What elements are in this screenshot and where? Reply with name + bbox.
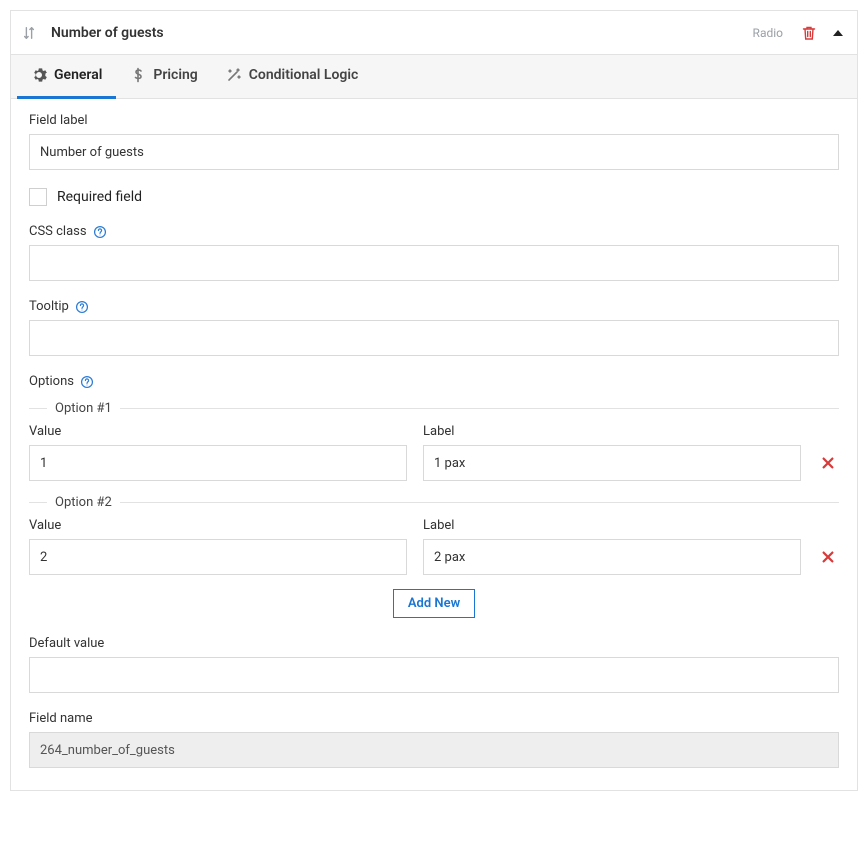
option-value-input[interactable] <box>29 539 407 575</box>
field-label-group: Field label <box>29 113 839 170</box>
add-new-button[interactable]: Add New <box>393 589 475 618</box>
gear-icon <box>31 67 47 83</box>
tab-conditional[interactable]: Conditional Logic <box>212 55 373 99</box>
help-icon[interactable] <box>80 375 94 389</box>
option-fieldset: Option #2 Value Label <box>29 495 839 575</box>
field-name-group: Field name <box>29 711 839 768</box>
required-row: Required field <box>29 188 839 206</box>
tooltip-group: Tooltip <box>29 299 839 356</box>
label-caption: Label <box>423 424 801 439</box>
remove-option-button[interactable] <box>817 539 839 575</box>
dollar-icon <box>130 67 146 83</box>
option-label-input[interactable] <box>423 539 801 575</box>
tab-pricing[interactable]: Pricing <box>116 55 211 99</box>
field-name-caption: Field name <box>29 711 839 726</box>
field-label-caption: Field label <box>29 113 839 128</box>
tab-conditional-label: Conditional Logic <box>249 67 359 83</box>
tooltip-caption: Tooltip <box>29 299 69 314</box>
panel-header: Number of guests Radio <box>11 11 857 55</box>
tab-bar: General Pricing Conditional Logic <box>11 55 857 99</box>
css-class-input[interactable] <box>29 245 839 281</box>
required-label: Required field <box>57 189 142 205</box>
option-legend: Option #2 <box>47 495 120 510</box>
wand-icon <box>226 67 242 83</box>
tooltip-input[interactable] <box>29 320 839 356</box>
value-caption: Value <box>29 424 407 439</box>
option-fieldset: Option #1 Value Label <box>29 401 839 481</box>
general-tab-content: Field label Required field CSS class Too… <box>11 99 857 790</box>
tab-general[interactable]: General <box>17 55 116 99</box>
delete-button[interactable] <box>801 25 817 41</box>
help-icon[interactable] <box>75 300 89 314</box>
option-legend: Option #1 <box>47 401 120 416</box>
default-value-group: Default value <box>29 636 839 693</box>
default-value-caption: Default value <box>29 636 839 651</box>
field-editor-panel: Number of guests Radio General Pricing <box>10 10 858 791</box>
options-group: Options Option #1 Value Label <box>29 374 839 618</box>
panel-title: Number of guests <box>51 25 753 41</box>
remove-option-button[interactable] <box>817 445 839 481</box>
field-label-input[interactable] <box>29 134 839 170</box>
required-checkbox[interactable] <box>29 188 47 206</box>
value-caption: Value <box>29 518 407 533</box>
default-value-input[interactable] <box>29 657 839 693</box>
drag-handle-icon[interactable] <box>21 25 37 41</box>
css-class-group: CSS class <box>29 224 839 281</box>
css-class-caption: CSS class <box>29 224 87 239</box>
options-caption: Options <box>29 374 74 389</box>
field-type-badge: Radio <box>753 26 783 40</box>
field-name-input <box>29 732 839 768</box>
option-value-input[interactable] <box>29 445 407 481</box>
tab-general-label: General <box>54 67 102 83</box>
label-caption: Label <box>423 518 801 533</box>
option-label-input[interactable] <box>423 445 801 481</box>
collapse-toggle-icon[interactable] <box>833 30 843 36</box>
tab-pricing-label: Pricing <box>153 67 197 83</box>
help-icon[interactable] <box>93 225 107 239</box>
